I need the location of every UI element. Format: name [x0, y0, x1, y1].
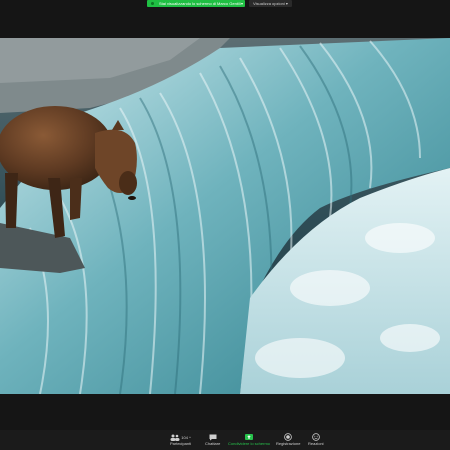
view-options-button[interactable]: Visualizza opzioni ▾	[249, 0, 292, 7]
chat-button[interactable]: Chattare	[205, 433, 220, 446]
smiley-icon	[311, 433, 320, 441]
chat-label: Chattare	[205, 441, 221, 446]
reactions-label: Reazioni	[308, 441, 324, 446]
view-options-label: Visualizza opzioni	[253, 1, 285, 6]
chat-icon	[209, 434, 217, 440]
share-banner: Stai visualizzando lo schermo di Marco G…	[147, 0, 292, 7]
record-button[interactable]: Registrazione	[276, 433, 300, 446]
share-screen-icon	[245, 433, 254, 440]
chevron-down-icon: ▾	[284, 1, 288, 6]
shared-screen	[0, 38, 450, 394]
participants-label: Partecipanti	[170, 441, 192, 446]
participants-icon	[170, 434, 180, 441]
record-label: Registrazione	[276, 441, 301, 446]
share-screen-button[interactable]: Condividere lo schermo	[228, 433, 270, 446]
chevron-up-icon[interactable]: ^	[189, 435, 191, 440]
share-status-text: Stai visualizzando lo schermo di Marco G…	[159, 1, 241, 6]
share-screen-label: Condividere lo schermo	[228, 441, 271, 446]
chevron-down-icon[interactable]: ▾	[241, 0, 243, 7]
reactions-button[interactable]: Reazioni	[308, 433, 324, 446]
share-status-icon	[151, 2, 154, 5]
record-icon	[284, 433, 293, 441]
participants-count: 104	[181, 434, 188, 440]
participants-button[interactable]: 104 ^ Partecipanti	[170, 433, 191, 446]
meeting-toolbar: 104 ^ Partecipanti Chattare Condividere …	[0, 430, 450, 450]
share-status-pill[interactable]: Stai visualizzando lo schermo di Marco G…	[147, 0, 245, 7]
shared-photo	[0, 38, 450, 394]
